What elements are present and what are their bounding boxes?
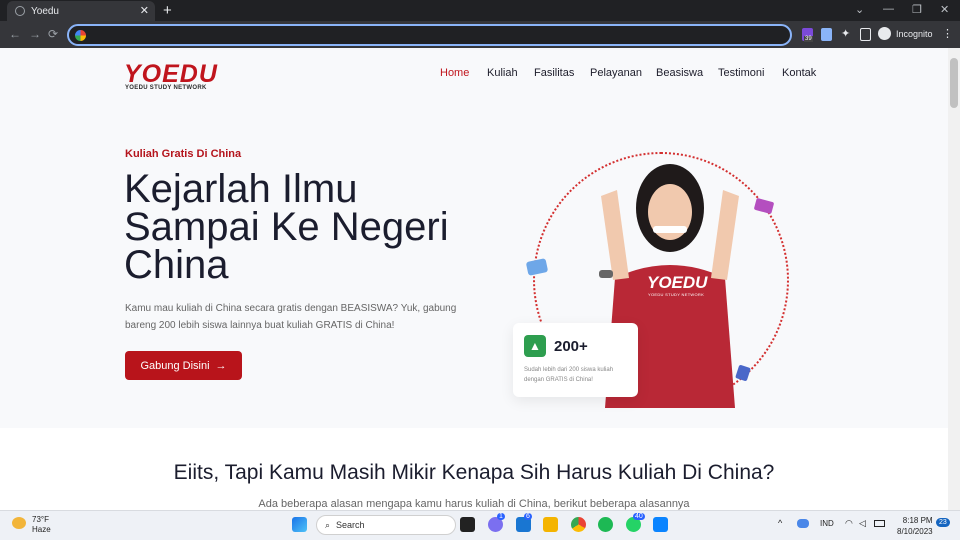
nav-beasiswa[interactable]: Beasiswa — [656, 67, 703, 79]
close-tab-icon[interactable]: ✕ — [140, 4, 149, 17]
browser-menu-icon[interactable]: ⋮ — [942, 27, 953, 40]
back-button[interactable]: ← — [9, 27, 21, 41]
hero-eyebrow: Kuliah Gratis Di China — [125, 148, 242, 160]
side-panel-icon[interactable] — [860, 28, 871, 41]
clock-time: 8:18 PM — [902, 516, 933, 525]
volume-icon[interactable]: ◁ — [859, 518, 866, 529]
reload-button[interactable]: ⟳ — [48, 27, 58, 41]
nav-kontak[interactable]: Kontak — [782, 67, 816, 79]
onedrive-icon[interactable] — [797, 519, 809, 528]
phone-link-icon[interactable] — [653, 517, 668, 532]
puzzle-icon[interactable]: ✦ — [841, 27, 852, 40]
clock-date: 8/10/2023 — [897, 527, 933, 536]
shirt-logo: YOEDU — [647, 273, 708, 292]
nav-fasilitas[interactable]: Fasilitas — [534, 67, 574, 79]
stats-number: 200+ — [554, 338, 588, 355]
scrollbar-thumb[interactable] — [950, 58, 958, 108]
start-icon[interactable] — [292, 517, 307, 532]
chrome-icon[interactable] — [571, 517, 586, 532]
stats-caption: Sudah lebih dari 200 siswa kuliah dengan… — [524, 367, 614, 383]
taskbar-search[interactable]: ⌕ Search — [316, 515, 456, 535]
logo-tagline: YOEDU STUDY NETWORK — [125, 85, 207, 91]
clock[interactable]: 8:18 PM 8/10/2023 — [897, 515, 933, 537]
nav-kuliah[interactable]: Kuliah — [487, 67, 518, 79]
section-title: Eiits, Tapi Kamu Masih Mikir Kenapa Sih … — [173, 461, 775, 484]
extension-badge: 39 — [804, 36, 813, 42]
temperature: 73°F — [32, 515, 49, 524]
nav-home[interactable]: Home — [440, 67, 469, 79]
join-button-label: Gabung Disini — [140, 359, 210, 372]
minimize-button[interactable]: — — [883, 3, 894, 15]
google-icon — [75, 30, 86, 41]
mail-badge: 6 — [524, 513, 532, 520]
chevron-up-icon[interactable]: ^ — [778, 518, 782, 528]
windows-taskbar — [0, 510, 960, 540]
wifi-icon[interactable]: ◠ — [845, 518, 853, 529]
search-placeholder: Search — [336, 520, 365, 530]
forward-button[interactable]: → — [29, 27, 41, 41]
weather-condition: Haze — [32, 525, 51, 534]
graduation-cap-icon: ▲ — [524, 335, 546, 357]
webpage: YOEDU YOEDU STUDY NETWORK Home Kuliah Fa… — [0, 48, 948, 510]
document-extension-icon[interactable] — [821, 28, 832, 41]
nav-pelayanan[interactable]: Pelayanan — [590, 67, 642, 79]
weather-widget[interactable]: 73°F Haze — [32, 515, 51, 535]
incognito-label: Incognito — [896, 28, 933, 39]
tab-title: Yoedu — [31, 5, 59, 17]
search-icon: ⌕ — [325, 519, 331, 530]
nav-testimoni[interactable]: Testimoni — [718, 67, 764, 79]
address-bar[interactable] — [67, 24, 792, 46]
tab-search-icon[interactable]: ⌄ — [855, 3, 864, 16]
section-subtitle: Ada beberapa alasan mengapa kamu harus k… — [258, 498, 690, 510]
whatsapp-badge: 40 — [633, 513, 645, 520]
file-explorer-icon[interactable] — [543, 517, 558, 532]
battery-icon[interactable] — [874, 520, 885, 527]
globe-icon — [15, 6, 25, 16]
browser-tab[interactable]: Yoedu ✕ — [7, 1, 155, 21]
hero-description: Kamu mau kuliah di China secara gratis d… — [125, 303, 457, 331]
incognito-icon — [878, 27, 891, 40]
weather-icon — [12, 517, 26, 529]
new-tab-button[interactable]: + — [163, 2, 172, 19]
restore-button[interactable]: ❐ — [912, 3, 922, 16]
hero-title: Kejarlah Ilmu Sampai Ke Negeri China — [124, 167, 449, 287]
task-view-icon[interactable] — [460, 517, 475, 532]
close-window-button[interactable]: ✕ — [940, 3, 949, 16]
spotify-icon[interactable] — [598, 517, 613, 532]
input-language[interactable]: IND — [820, 519, 834, 528]
notification-badge[interactable]: 23 — [936, 518, 950, 527]
incognito-indicator[interactable]: Incognito — [878, 27, 933, 40]
teams-badge: 1 — [497, 513, 505, 520]
shirt-tagline: YOEDU STUDY NETWORK — [648, 292, 705, 297]
join-button[interactable]: Gabung Disini → — [125, 351, 242, 380]
arrow-right-icon: → — [215, 359, 227, 372]
page-scrollbar[interactable] — [948, 48, 960, 510]
